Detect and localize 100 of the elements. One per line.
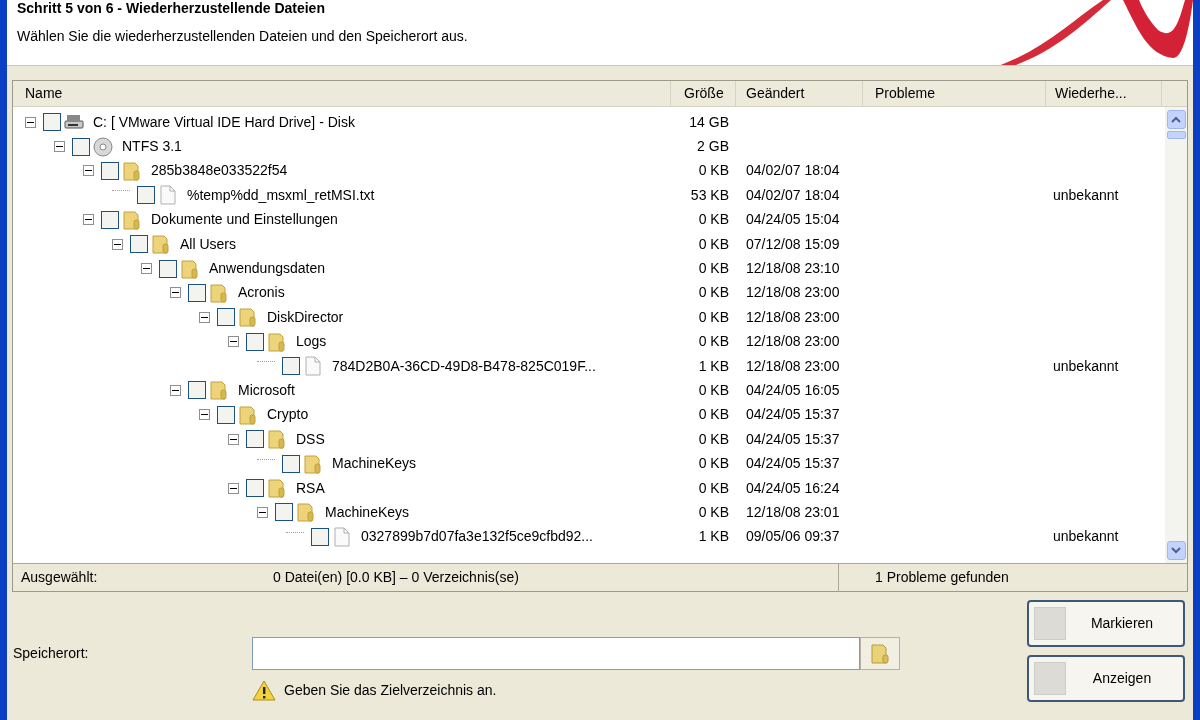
- action-button[interactable]: Anzeigen: [1027, 655, 1185, 702]
- date-cell: 12/18/08 23:00: [746, 308, 840, 325]
- checkbox[interactable]: [188, 381, 206, 400]
- checkbox[interactable]: [246, 332, 264, 351]
- folder-name[interactable]: Logs: [296, 331, 327, 353]
- collapse-toggle[interactable]: [228, 336, 239, 348]
- column-header[interactable]: Name: [13, 81, 671, 106]
- date-cell: 12/18/08 23:00: [746, 284, 840, 301]
- folder-icon: [267, 478, 287, 499]
- folder-icon: [238, 307, 258, 328]
- size-cell: 0 KB: [698, 455, 729, 472]
- folder-icon: [267, 429, 287, 450]
- date-cell: 04/02/07 18:04: [746, 162, 840, 179]
- checkbox[interactable]: [101, 161, 119, 180]
- folder-icon: [122, 209, 142, 230]
- date-cell: 12/18/08 23:10: [746, 260, 840, 277]
- step-description: Wählen Sie die wiederherzustellenden Dateien und den Speicherort aus.: [17, 27, 468, 46]
- minus-icon: [85, 170, 92, 172]
- folder-icon: [303, 453, 323, 474]
- scroll-up-button[interactable]: [1166, 110, 1186, 129]
- column-header[interactable]: Probleme: [863, 81, 1046, 106]
- folder-name[interactable]: DiskDirector: [267, 306, 344, 328]
- collapse-toggle[interactable]: [83, 214, 94, 226]
- date-cell: 12/18/08 23:00: [746, 357, 840, 374]
- scrollbar[interactable]: [1165, 107, 1187, 563]
- checkbox[interactable]: [217, 405, 235, 424]
- column-header[interactable]: Geändert: [736, 81, 863, 106]
- date-cell: 04/24/05 15:37: [746, 406, 840, 423]
- size-cell: 53 KB: [690, 186, 729, 203]
- file-name[interactable]: 0327899b7d07fa3e132f5ce9cfbd92...: [361, 526, 593, 548]
- minus-icon: [172, 390, 179, 391]
- hint-text: Geben Sie das Zielverzeichnis an.: [284, 681, 497, 700]
- collapse-toggle[interactable]: [199, 409, 210, 421]
- collapse-toggle[interactable]: [141, 263, 152, 275]
- chevron-up-icon: [1171, 116, 1181, 123]
- checkbox[interactable]: [282, 454, 300, 473]
- folder-name[interactable]: Acronis: [238, 282, 285, 304]
- date-cell: 04/24/05 15:37: [746, 455, 840, 472]
- size-cell: 0 KB: [698, 382, 729, 398]
- collapse-toggle[interactable]: [257, 506, 268, 518]
- folder-icon: [238, 404, 258, 425]
- folder-name[interactable]: C: [ VMware Virtual IDE Hard Drive] - Disk: [93, 111, 355, 133]
- checkbox[interactable]: [72, 137, 90, 156]
- size-cell: 1 KB: [698, 357, 729, 374]
- chevron-down-icon: [1171, 547, 1181, 554]
- folder-name[interactable]: MachineKeys: [332, 453, 417, 475]
- collapse-toggle[interactable]: [83, 165, 94, 177]
- checkbox[interactable]: [246, 479, 264, 498]
- minus-icon: [230, 438, 237, 440]
- column-header[interactable]: Wiederhe...: [1046, 81, 1162, 106]
- document-icon: [303, 356, 323, 377]
- size-cell: 0 KB: [698, 406, 729, 423]
- collapse-toggle[interactable]: [112, 238, 123, 250]
- collapse-toggle[interactable]: [25, 116, 36, 128]
- checkbox[interactable]: [188, 283, 206, 302]
- minus-icon: [230, 487, 237, 489]
- minus-icon: [85, 219, 92, 221]
- size-cell: 0 KB: [698, 284, 729, 301]
- folder-name[interactable]: NTFS 3.1: [122, 136, 182, 158]
- checkbox[interactable]: [137, 186, 155, 205]
- checkbox[interactable]: [159, 259, 177, 278]
- folder-name[interactable]: Anwendungsdaten: [209, 258, 325, 280]
- folder-name[interactable]: RSA: [296, 477, 325, 499]
- collapse-toggle[interactable]: [170, 385, 181, 396]
- checkbox[interactable]: [217, 308, 235, 327]
- file-name[interactable]: 784D2B0A-36CD-49D8-B478-825C019F...: [332, 355, 596, 377]
- folder-name[interactable]: Crypto: [267, 404, 309, 426]
- minus-icon: [27, 121, 34, 123]
- folder-name[interactable]: Microsoft: [238, 380, 295, 401]
- collapse-toggle[interactable]: [199, 311, 210, 323]
- folder-name[interactable]: 285b3848e033522f54: [151, 160, 288, 182]
- checkbox[interactable]: [43, 113, 61, 132]
- checkbox[interactable]: [101, 210, 119, 229]
- date-cell: 07/12/08 15:09: [746, 235, 840, 252]
- date-cell: 12/18/08 23:01: [746, 503, 840, 520]
- collapse-toggle[interactable]: [170, 287, 181, 299]
- scroll-thumb[interactable]: [1166, 131, 1186, 139]
- checkbox[interactable]: [282, 357, 300, 376]
- checkbox[interactable]: [130, 235, 148, 254]
- folder-name[interactable]: All Users: [180, 233, 236, 255]
- action-button[interactable]: Markieren: [1027, 600, 1185, 647]
- date-cell: 09/05/06 09:37: [746, 528, 840, 545]
- folder-icon: [209, 282, 229, 303]
- collapse-toggle[interactable]: [228, 433, 239, 445]
- collapse-toggle[interactable]: [228, 482, 239, 494]
- column-header[interactable]: Größe: [671, 81, 736, 106]
- status-label: Ausgewählt:: [20, 568, 99, 587]
- checkbox[interactable]: [311, 527, 329, 546]
- scroll-down-button[interactable]: [1166, 541, 1186, 560]
- size-cell: 0 KB: [698, 430, 729, 447]
- checkbox[interactable]: [275, 503, 293, 522]
- folder-name[interactable]: Dokumente und Einstellungen: [151, 209, 338, 231]
- folder-name[interactable]: DSS: [296, 428, 325, 450]
- status-cell: unbekannt: [1053, 528, 1119, 545]
- collapse-toggle[interactable]: [54, 141, 65, 153]
- destination-field[interactable]: [252, 637, 860, 670]
- folder-icon: [296, 502, 316, 523]
- folder-name[interactable]: MachineKeys: [325, 501, 410, 523]
- checkbox[interactable]: [246, 430, 264, 449]
- file-name[interactable]: %temp%dd_msxml_retMSI.txt: [187, 184, 375, 206]
